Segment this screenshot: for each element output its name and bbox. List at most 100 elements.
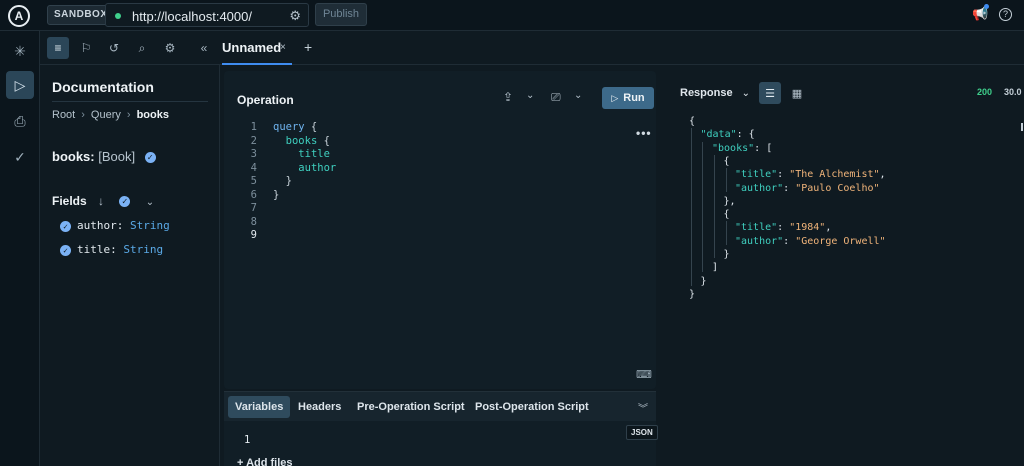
code-field: books xyxy=(285,134,318,147)
check-circle-icon[interactable]: ✓ xyxy=(144,152,156,164)
endpoint-url-text[interactable]: http://localhost:4000/ xyxy=(132,9,252,24)
tree-view-icon[interactable]: ☰ xyxy=(759,82,781,104)
code-line[interactable]: 9 xyxy=(237,229,273,242)
breadcrumb-query[interactable]: Query xyxy=(91,109,121,121)
variables-editor[interactable]: JSON 1 + Add files xyxy=(224,421,658,466)
tab-post-operation-script[interactable]: Post-Operation Script xyxy=(468,396,596,418)
field-type[interactable]: [Book] xyxy=(98,149,135,164)
json-punctuation: : xyxy=(783,235,796,247)
chevron-right-icon: › xyxy=(126,109,131,121)
operation-title: Operation xyxy=(237,93,294,107)
json-string: "Paulo Coelho" xyxy=(795,182,880,194)
json-key: "title" xyxy=(735,222,778,234)
save-icon[interactable]: ⎚ xyxy=(551,90,561,105)
endpoint-url-field[interactable]: http://localhost:4000/ ⚙ xyxy=(105,3,309,27)
line-number: 2 xyxy=(250,134,257,147)
json-punctuation: : xyxy=(783,182,796,194)
chevron-down-icon[interactable]: ⌄ xyxy=(526,90,534,101)
scrollbar[interactable] xyxy=(1021,123,1023,131)
checks-icon[interactable]: ✓ xyxy=(6,143,34,171)
code-line[interactable]: 2 books { xyxy=(237,135,330,148)
operation-panel: Operation ⇪ ⌄ ⎚ ⌄ ▷ Run ••• 1 query {2 boo… xyxy=(220,65,660,466)
home-icon[interactable]: ✳ xyxy=(6,37,34,65)
search-icon[interactable]: ⌕ xyxy=(131,37,153,59)
json-punctuation: : xyxy=(777,169,790,181)
settings-icon[interactable]: ⚙ xyxy=(159,37,181,59)
docs-title: Documentation xyxy=(52,79,154,95)
json-line: "author": "Paulo Coelho" xyxy=(735,183,880,196)
publish-button[interactable]: Publish xyxy=(315,3,367,26)
play-icon: ▷ xyxy=(611,93,619,103)
documentation-icon[interactable]: ≡ xyxy=(47,37,69,59)
json-line: "title": "The Alchemist", xyxy=(735,169,886,182)
chevron-down-icon[interactable]: ⌄ xyxy=(574,90,582,101)
line-number: 1 xyxy=(244,434,251,446)
apollo-logo[interactable]: A xyxy=(8,5,30,27)
run-button[interactable]: ▷ Run xyxy=(602,87,654,109)
field-row-name: author: xyxy=(77,219,124,232)
code-punctuation: { xyxy=(304,121,318,133)
gear-icon[interactable]: ⚙ xyxy=(289,8,301,24)
tab-headers[interactable]: Headers xyxy=(291,396,348,418)
field-row-author[interactable]: ✓ author: String xyxy=(60,219,170,232)
json-format-badge[interactable]: JSON xyxy=(626,425,658,440)
check-circle-icon[interactable]: ✓ xyxy=(60,220,71,232)
indent-guide xyxy=(691,128,692,286)
close-icon[interactable]: × xyxy=(280,42,286,53)
field-row-type[interactable]: String xyxy=(123,243,163,256)
code-line[interactable]: 7 xyxy=(237,202,273,215)
chevron-right-icon: › xyxy=(81,109,85,121)
code-line[interactable]: 8 xyxy=(237,216,273,229)
explorer-toolbar: ≡ ⚐ ↺ ⌕ ⚙ « Unnamed × + xyxy=(40,31,1024,65)
tab-pre-operation-script[interactable]: Pre-Operation Script xyxy=(350,396,472,418)
prettify-icon[interactable]: ⌨ xyxy=(636,368,652,381)
chevron-down-icon[interactable]: ⌄ xyxy=(146,197,154,208)
code-line[interactable]: 1 query { xyxy=(237,121,318,134)
json-line: "title": "1984", xyxy=(735,222,831,235)
code-line[interactable]: 5 } xyxy=(237,175,292,188)
breadcrumb-current: books xyxy=(136,109,169,121)
json-punctuation: : xyxy=(777,222,790,234)
tab-variables[interactable]: Variables xyxy=(228,396,291,418)
breadcrumb-root[interactable]: Root xyxy=(52,109,75,121)
bookmark-icon[interactable]: ⚐ xyxy=(75,37,97,59)
code-line[interactable]: 4 author xyxy=(237,161,337,175)
json-line: } xyxy=(724,249,730,262)
more-options-icon[interactable]: ••• xyxy=(636,126,652,140)
code-line[interactable]: 6} xyxy=(237,188,280,202)
line-number: 4 xyxy=(250,161,257,174)
operation-editor-card: Operation ⇪ ⌄ ⎚ ⌄ ▷ Run ••• 1 query {2 boo… xyxy=(224,71,656,389)
json-punctuation: { xyxy=(723,155,730,167)
collapse-panel-icon[interactable]: ︾ xyxy=(638,400,648,415)
table-view-icon[interactable]: ▦ xyxy=(786,82,808,104)
collapse-icon[interactable]: « xyxy=(193,37,215,59)
response-time: 30.0 xyxy=(1004,87,1022,97)
response-title[interactable]: Response ⌄ xyxy=(680,87,750,99)
line-number: 6 xyxy=(250,188,257,201)
code-field: title xyxy=(298,148,330,160)
code-line[interactable]: 3 title xyxy=(237,148,330,161)
json-punctuation: { xyxy=(689,116,696,127)
code-punctuation: { xyxy=(317,134,330,147)
field-row-title[interactable]: ✓ title: String xyxy=(60,243,163,256)
share-icon[interactable]: ⇪ xyxy=(503,90,513,104)
check-circle-icon[interactable]: ✓ xyxy=(119,196,131,208)
line-number: 5 xyxy=(250,175,257,187)
line-number: 7 xyxy=(250,202,257,214)
arrow-down-icon[interactable]: ↓ xyxy=(98,194,104,208)
field-row-type[interactable]: String xyxy=(130,219,170,232)
help-icon[interactable]: ? xyxy=(999,8,1012,21)
explorer-icon[interactable]: ▷ xyxy=(6,71,34,99)
indent-guide xyxy=(702,142,703,272)
schema-icon[interactable]: ⎙ xyxy=(6,107,34,135)
add-tab-button[interactable]: + xyxy=(304,39,312,55)
json-punctuation: , xyxy=(825,222,832,234)
json-key: "author" xyxy=(735,182,784,194)
history-icon[interactable]: ↺ xyxy=(103,37,125,59)
divider xyxy=(52,101,208,102)
add-files-button[interactable]: + Add files xyxy=(237,457,293,466)
json-punctuation: }, xyxy=(723,195,736,207)
check-circle-icon[interactable]: ✓ xyxy=(60,244,71,256)
